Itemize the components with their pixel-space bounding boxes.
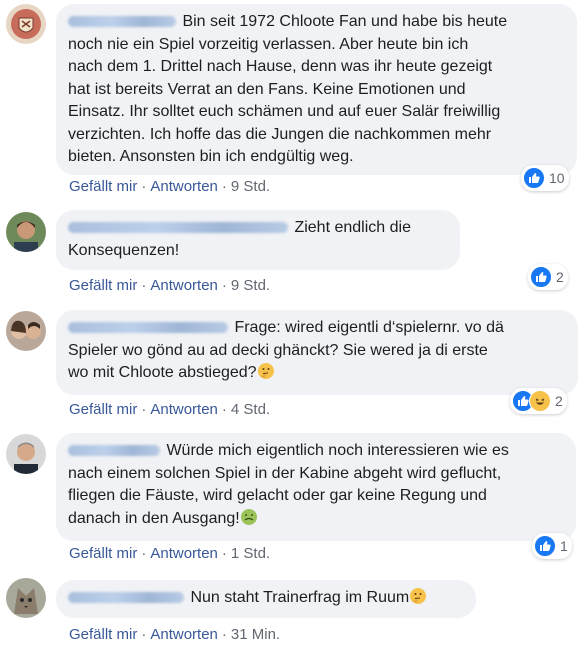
comment-text-line: danach in den Ausgang! (68, 509, 240, 527)
comment-actions: Gefällt mir · Antworten · 31 Min. (69, 626, 280, 643)
blurred-author-name[interactable] (68, 16, 176, 28)
reply-link[interactable]: Antworten (150, 277, 218, 294)
separator: · (141, 626, 147, 643)
comment-text-line: Bin seit 1972 Chloote Fan und habe bis h… (182, 13, 508, 30)
avatar[interactable] (6, 578, 46, 618)
reaction-summary[interactable]: 1 (532, 533, 572, 559)
comment-bubble: Nun staht Trainerfrag im Ruum (56, 580, 476, 618)
blurred-author-name[interactable] (68, 592, 184, 604)
comment-bubble: Würde mich eigentlich noch interessieren… (56, 433, 576, 541)
reply-link[interactable]: Antworten (150, 401, 218, 418)
like-link[interactable]: Gefällt mir (69, 545, 137, 562)
timestamp[interactable]: 9 Std. (231, 178, 270, 195)
comment-text-line: Zieht endlich die (294, 219, 411, 236)
like-link[interactable]: Gefällt mir (69, 277, 137, 294)
reaction-count: 2 (555, 393, 563, 409)
like-link[interactable]: Gefällt mir (69, 401, 137, 418)
comment-text-line: noch nie ein Spiel vorzeitig verlassen. … (68, 35, 469, 53)
reaction-summary[interactable]: 10 (521, 165, 569, 191)
reaction-count: 2 (556, 269, 564, 285)
like-link[interactable]: Gefällt mir (69, 626, 137, 643)
like-reaction-icon (523, 167, 545, 189)
avatar[interactable] (6, 311, 46, 351)
comment-text-line: wo mit Chloote abstieged? (68, 364, 257, 381)
reaction-summary[interactable]: 2 (528, 264, 568, 290)
reply-link[interactable]: Antworten (150, 545, 218, 562)
avatar[interactable] (6, 212, 46, 252)
separator: · (221, 545, 227, 562)
comment-text-line: Spieler wo gönd au ad decki ghänckt? Sie… (68, 341, 488, 359)
comment-bubble: Bin seit 1972 Chloote Fan und habe bis h… (56, 4, 577, 175)
comment-text-line: Würde mich eigentlich noch interessieren… (166, 442, 509, 459)
thinking-face-emoji-icon (409, 587, 427, 605)
comment-text-line: Nun staht Trainerfrag im Ruum (190, 589, 410, 606)
comment-text-line: hat ist bereits Verrat an den Fans. Kein… (68, 80, 466, 98)
timestamp[interactable]: 4 Std. (231, 401, 270, 418)
blurred-author-name[interactable] (68, 445, 160, 457)
like-link[interactable]: Gefällt mir (69, 178, 137, 195)
comment-text-line: bieten. Ansonsten bin ich endgültig weg. (68, 148, 354, 165)
comment-actions: Gefällt mir · Antworten · 9 Std. (69, 277, 270, 294)
comment-bubble: Zieht endlich die Konsequenzen! (56, 210, 460, 270)
timestamp[interactable]: 9 Std. (231, 277, 270, 294)
thinking-face-emoji-icon (257, 362, 275, 380)
nauseated-face-emoji-icon (240, 508, 258, 526)
reaction-count: 10 (549, 170, 565, 186)
separator: · (141, 277, 147, 294)
comment-actions: Gefällt mir · Antworten · 1 Std. (69, 545, 270, 562)
separator: · (221, 277, 227, 294)
comment-actions: Gefällt mir · Antworten · 4 Std. (69, 401, 270, 418)
comment-text-line: fliegen die Fäuste, wird gelacht oder ga… (68, 487, 487, 504)
comment-bubble: Frage: wired eigentli d‘spielernr. vo dä… (56, 310, 578, 395)
reaction-summary[interactable]: 2 (510, 388, 567, 414)
separator: · (221, 401, 227, 418)
blurred-author-name[interactable] (68, 222, 288, 234)
avatar[interactable] (6, 4, 46, 44)
comment-text-line: nach dem 1. Drittel nach Hause, denn was… (68, 58, 493, 75)
reply-link[interactable]: Antworten (150, 178, 218, 195)
separator: · (221, 626, 227, 643)
separator: · (141, 178, 147, 195)
reply-link[interactable]: Antworten (150, 626, 218, 643)
haha-reaction-icon (529, 390, 551, 412)
like-reaction-icon (534, 535, 556, 557)
comment-text-line: nach einem solchen Spiel in der Kabine a… (68, 464, 502, 482)
comment-text-line: Konsequenzen! (68, 241, 180, 259)
comment-text-line: Frage: wired eigentli d‘spielernr. vo dä (234, 319, 504, 336)
reaction-count: 1 (560, 538, 568, 554)
timestamp[interactable]: 31 Min. (231, 626, 280, 643)
comment-text-line: Einsatz. Ihr solltet euch schämen und au… (68, 103, 501, 120)
separator: · (141, 401, 147, 418)
blurred-author-name[interactable] (68, 322, 228, 334)
comment-actions: Gefällt mir · Antworten · 9 Std. (69, 178, 270, 195)
separator: · (221, 178, 227, 195)
avatar[interactable] (6, 434, 46, 474)
timestamp[interactable]: 1 Std. (231, 545, 270, 562)
like-reaction-icon (530, 266, 552, 288)
separator: · (141, 545, 147, 562)
comment-text-line: verzichten. Ich hoffe das die Jungen die… (68, 125, 492, 143)
